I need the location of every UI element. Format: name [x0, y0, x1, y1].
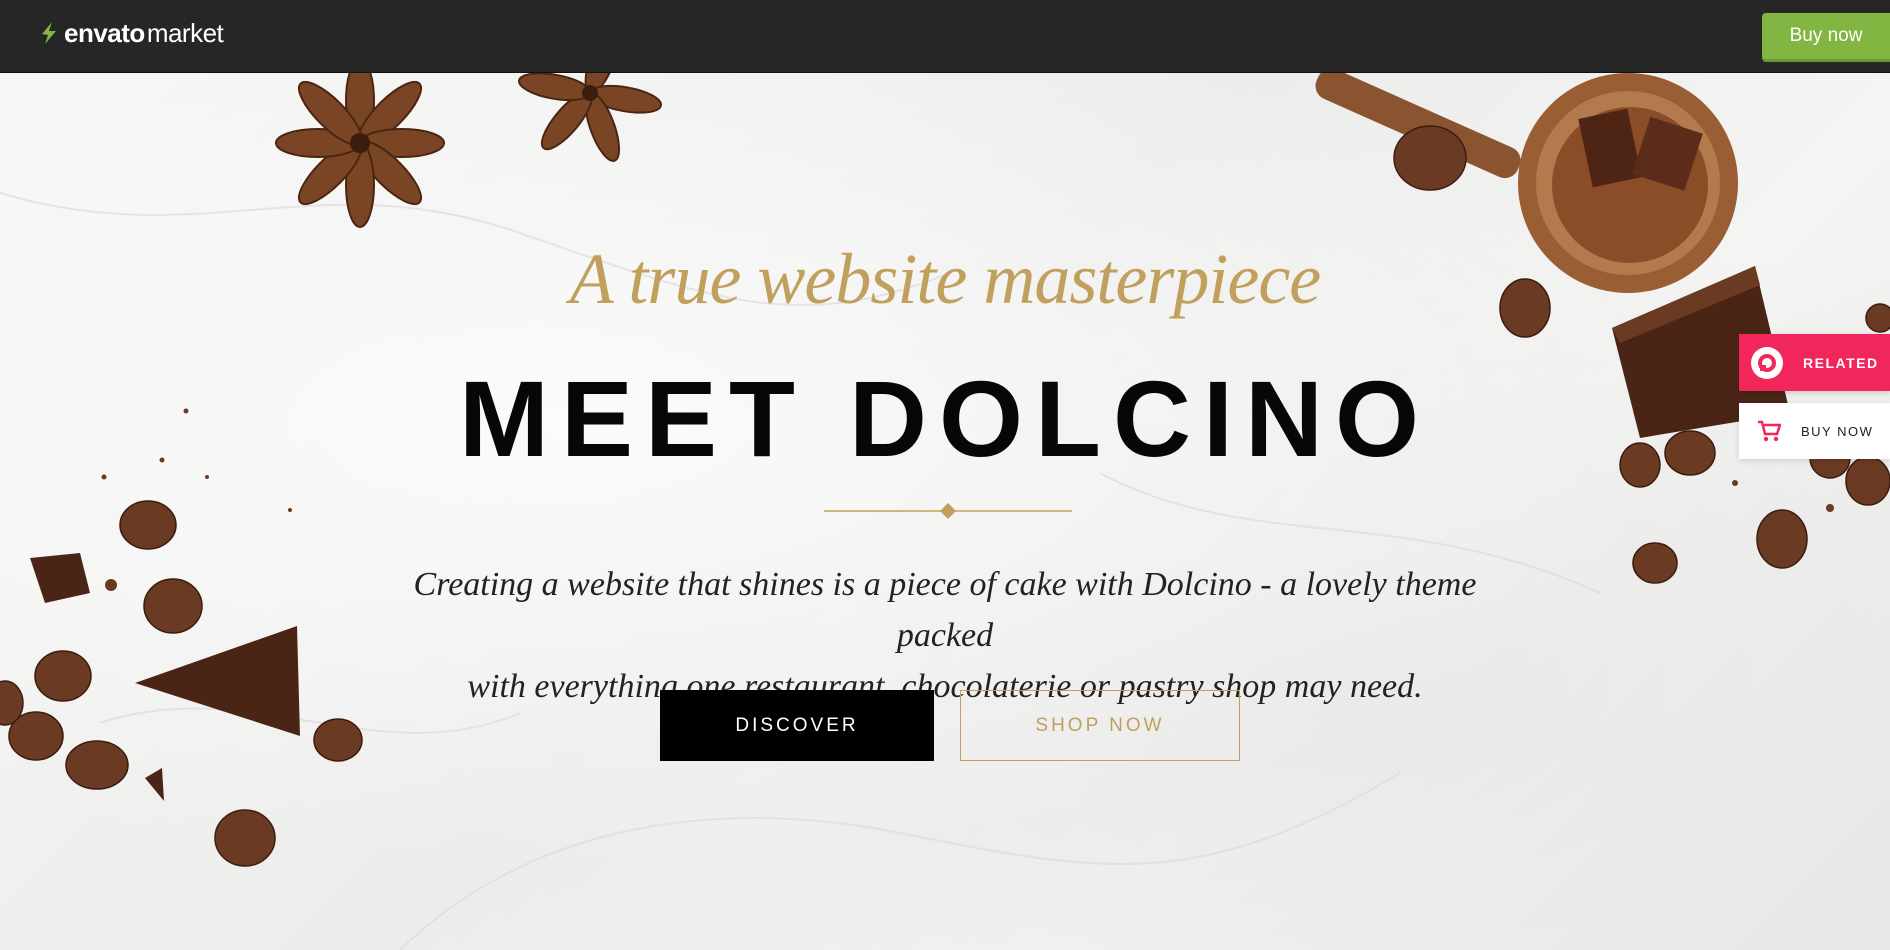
- star-anise-image-2: [518, 73, 662, 162]
- related-label: RELATED: [1803, 354, 1879, 371]
- envato-market-logo[interactable]: envato market: [38, 17, 224, 48]
- top-bar: envato market Buy now: [0, 0, 1890, 73]
- brand-name: envato: [64, 17, 145, 48]
- star-anise-image: [275, 73, 445, 228]
- hero-tagline-line-2: with everything one restaurant, chocolat…: [467, 668, 1423, 705]
- discover-button[interactable]: DISCOVER: [660, 690, 934, 761]
- buy-now-button[interactable]: Buy now: [1762, 13, 1890, 59]
- related-side-button[interactable]: RELATED: [1739, 334, 1890, 391]
- envato-leaf-icon: [42, 22, 56, 44]
- related-icon: [1751, 346, 1783, 379]
- buy-now-side-button[interactable]: BUY NOW: [1739, 403, 1890, 459]
- hero-main-title: MEET DOLCINO: [459, 358, 1431, 479]
- hero-tagline: Creating a website that shines is a piec…: [380, 559, 1510, 712]
- gold-divider: [824, 503, 1072, 519]
- cart-icon: [1758, 420, 1781, 442]
- hero-tagline-line-1: Creating a website that shines is a piec…: [413, 566, 1477, 654]
- shop-now-button[interactable]: SHOP NOW: [960, 690, 1240, 761]
- brand-suffix: market: [146, 17, 224, 48]
- chocolate-triangle-image: [135, 626, 300, 736]
- hero-script-title: A true website masterpiece: [569, 239, 1322, 319]
- hero-section: A true website masterpiece MEET DOLCINO …: [0, 73, 1890, 950]
- buy-now-side-label: BUY NOW: [1801, 423, 1874, 439]
